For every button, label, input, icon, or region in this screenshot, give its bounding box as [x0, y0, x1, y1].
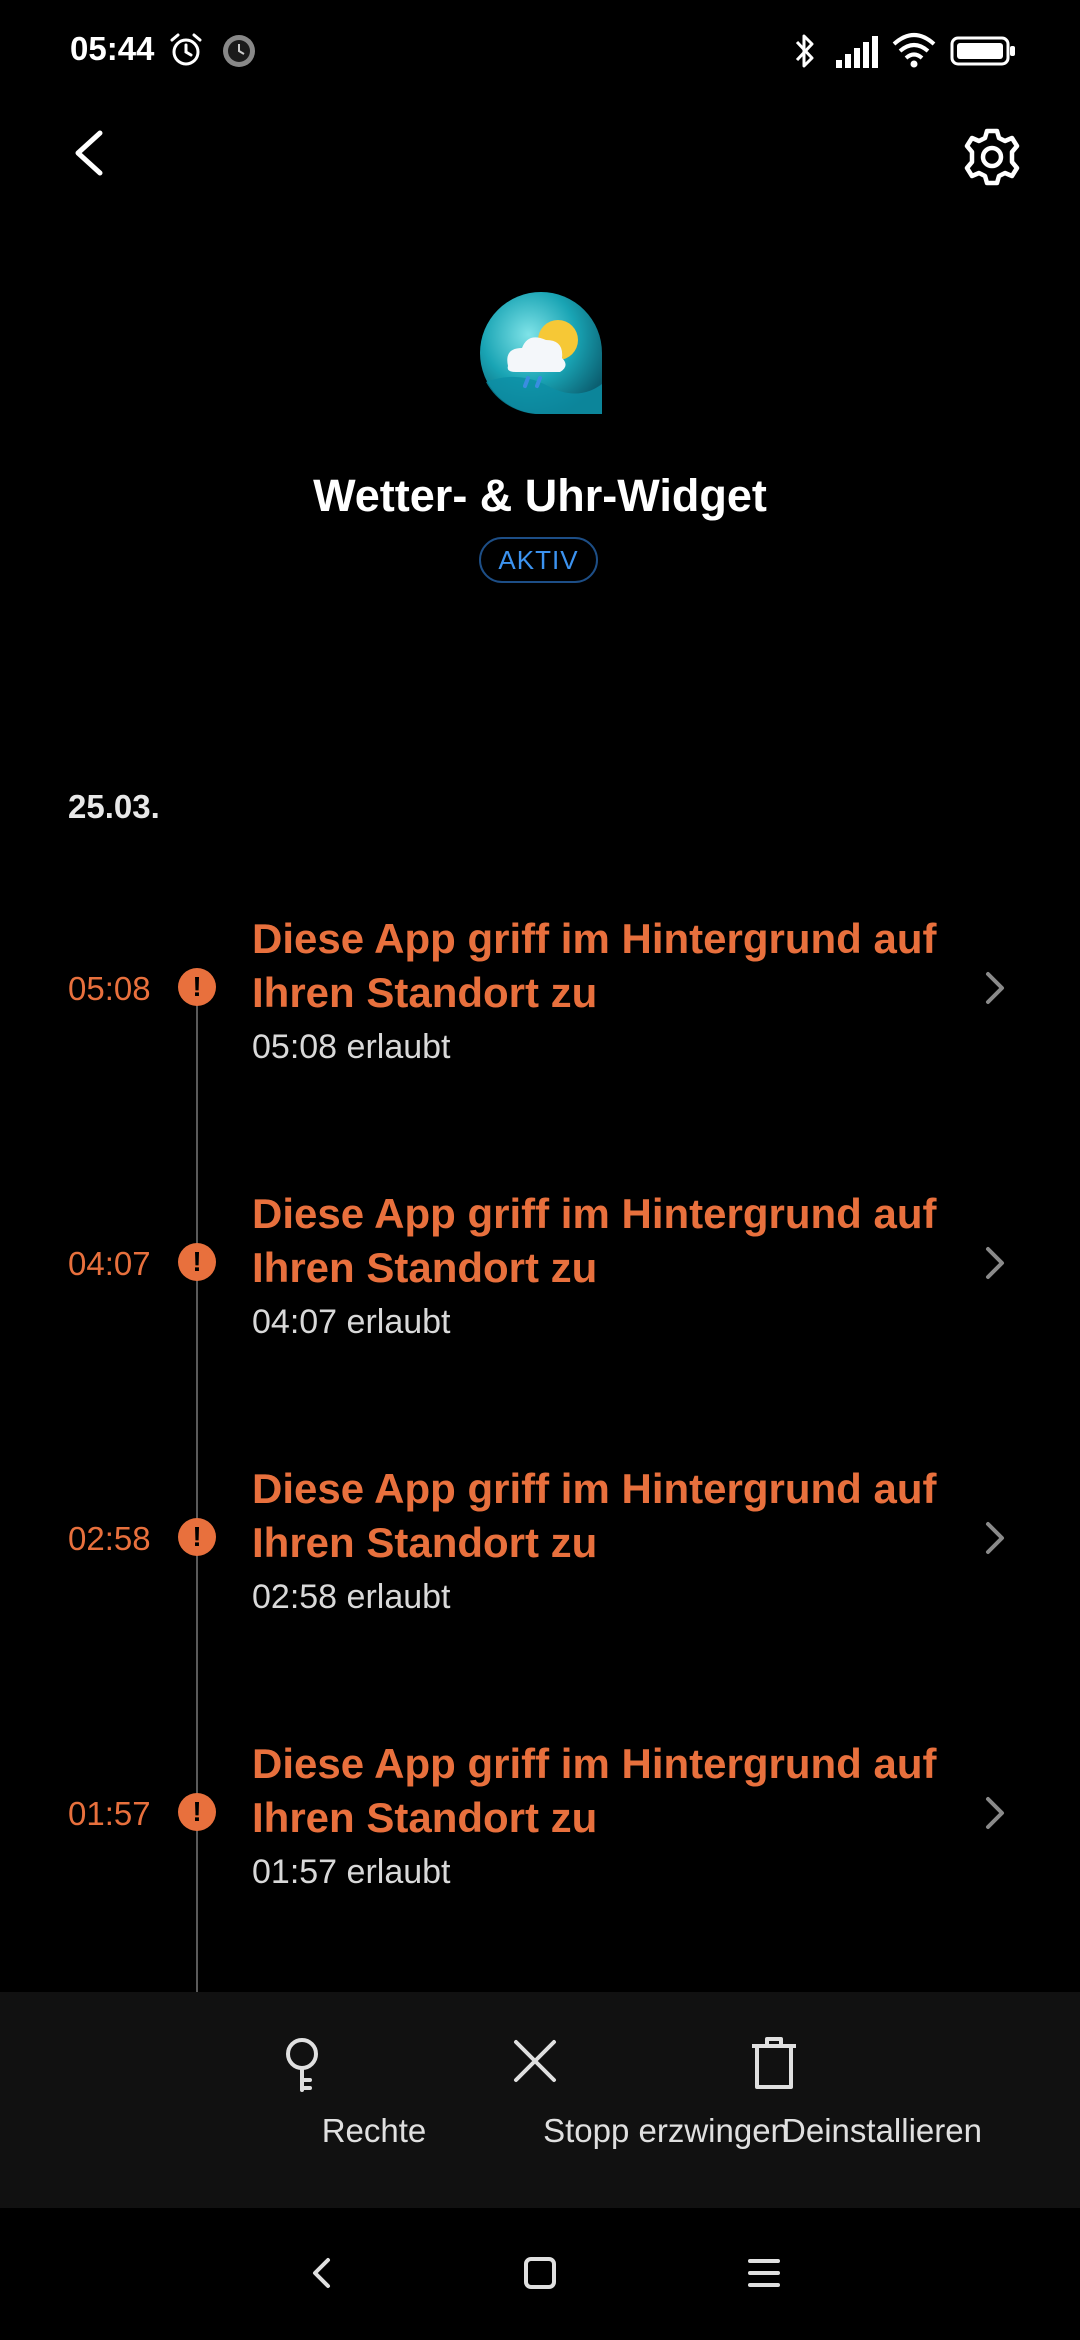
gear-icon [964, 128, 1020, 186]
back-arrow-icon [75, 130, 103, 176]
list-item[interactable]: 05:08 ! Diese App griff im Hintergrund a… [0, 912, 1080, 1112]
event-title: Diese App griff im Hintergrund auf Ihren… [252, 1740, 937, 1841]
list-item[interactable]: 02:58 ! Diese App griff im Hintergrund a… [0, 1462, 1080, 1662]
key-icon [286, 2038, 318, 2092]
nav-home-icon[interactable] [522, 2248, 558, 2298]
event-detail: 04:07 erlaubt [252, 1303, 451, 1341]
close-icon [514, 2040, 556, 2082]
action-bar: Rechte Stopp erzwingen Deinstallieren [0, 1992, 1080, 2208]
list-item[interactable]: 01:57 ! Diese App griff im Hintergrund a… [0, 1737, 1080, 1937]
event-title: Diese App griff im Hintergrund auf Ihren… [252, 1190, 937, 1291]
wifi-icon [892, 33, 936, 68]
list-item[interactable]: 04:07 ! Diese App griff im Hintergrund a… [0, 1187, 1080, 1387]
event-time: 04:07 [68, 1245, 151, 1282]
signal-icon [836, 36, 878, 68]
nav-back-icon[interactable] [304, 2248, 338, 2298]
settings-button[interactable] [960, 125, 1024, 189]
force-stop-button[interactable]: Stopp erzwingen [404, 1992, 789, 2208]
navigation-bar [0, 2208, 1080, 2340]
date-heading: 25.03. [68, 788, 160, 825]
battery-icon [950, 36, 1015, 66]
trash-icon [752, 2037, 796, 2089]
event-time: 01:57 [68, 1795, 151, 1832]
app-icon [478, 290, 604, 416]
event-time: 05:08 [68, 970, 151, 1007]
status-bar: 05:44 [0, 0, 1080, 100]
uninstall-label: Deinstallieren [782, 2112, 982, 2149]
alert-icon: ! [178, 968, 216, 1006]
chevron-right-icon [986, 972, 1004, 1004]
nav-menu-icon[interactable] [746, 2248, 782, 2298]
chevron-right-icon [986, 1797, 1004, 1829]
event-time: 02:58 [68, 1520, 151, 1557]
event-title: Diese App griff im Hintergrund auf Ihren… [252, 915, 937, 1016]
chevron-right-icon [986, 1522, 1004, 1554]
chevron-right-icon [986, 1247, 1004, 1279]
alert-icon: ! [178, 1243, 216, 1281]
event-detail: 02:58 erlaubt [252, 1578, 451, 1616]
event-detail: 01:57 erlaubt [252, 1853, 451, 1891]
weather-app-icon [480, 292, 602, 415]
alarm-icon [170, 33, 202, 66]
alert-icon: ! [178, 1518, 216, 1556]
uninstall-button[interactable]: Deinstallieren [666, 1992, 982, 2208]
alert-icon: ! [178, 1793, 216, 1831]
back-button[interactable] [60, 118, 120, 188]
app-name: Wetter- & Uhr-Widget [313, 470, 767, 521]
permissions-button[interactable]: Rechte [230, 1992, 426, 2208]
event-title: Diese App griff im Hintergrund auf Ihren… [252, 1465, 937, 1566]
status-badge: AKTIV [479, 537, 598, 583]
status-time: 05:44 [70, 30, 155, 67]
event-detail: 05:08 erlaubt [252, 1028, 451, 1066]
clock-icon [223, 35, 255, 67]
bluetooth-icon [795, 34, 814, 68]
